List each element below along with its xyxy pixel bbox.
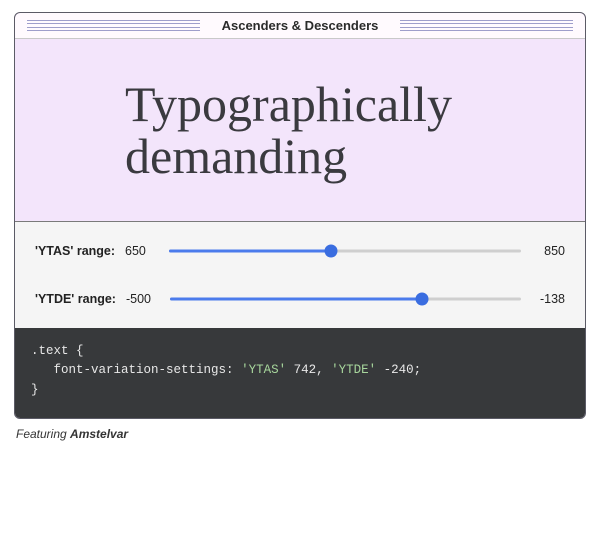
- code-key-ytas: 'YTAS': [241, 363, 286, 377]
- code-prop: font-variation-settings:: [54, 363, 234, 377]
- card-header: Ascenders & Descenders: [15, 13, 585, 39]
- ytde-thumb: [416, 293, 429, 306]
- code-close: }: [31, 383, 39, 397]
- ytas-thumb: [324, 245, 337, 258]
- ytde-min: -500: [126, 292, 160, 306]
- code-block: .text { font-variation-settings: 'YTAS' …: [15, 328, 585, 418]
- ytde-label: 'YTDE' range:: [35, 292, 116, 306]
- caption-font-name: Amstelvar: [70, 427, 128, 441]
- card-title: Ascenders & Descenders: [212, 18, 389, 33]
- sample-text: Typographically demanding: [125, 78, 452, 183]
- ytas-max: 850: [531, 244, 565, 258]
- ytas-label: 'YTAS' range:: [35, 244, 115, 258]
- sample-area: Typographically demanding: [15, 39, 585, 221]
- ytas-slider[interactable]: [169, 244, 521, 258]
- sliders-panel: 'YTAS' range: 650 850 'YTDE' range: -500…: [15, 221, 585, 328]
- header-decoration-right: [400, 20, 573, 31]
- code-key-ytde: 'YTDE': [331, 363, 376, 377]
- ytde-max: -138: [531, 292, 565, 306]
- ytde-fill: [170, 298, 422, 301]
- slider-row-ytas: 'YTAS' range: 650 850: [35, 244, 565, 258]
- ytas-fill: [169, 250, 331, 253]
- code-val-ytde: -240: [384, 363, 414, 377]
- caption: Featuring Amstelvar: [16, 427, 600, 441]
- ytas-min: 650: [125, 244, 159, 258]
- caption-prefix: Featuring: [16, 427, 70, 441]
- code-val-ytas: 742: [294, 363, 317, 377]
- code-selector: .text {: [31, 344, 84, 358]
- demo-card: Ascenders & Descenders Typographically d…: [14, 12, 586, 419]
- slider-row-ytde: 'YTDE' range: -500 -138: [35, 292, 565, 306]
- ytde-slider[interactable]: [170, 292, 521, 306]
- header-decoration-left: [27, 20, 200, 31]
